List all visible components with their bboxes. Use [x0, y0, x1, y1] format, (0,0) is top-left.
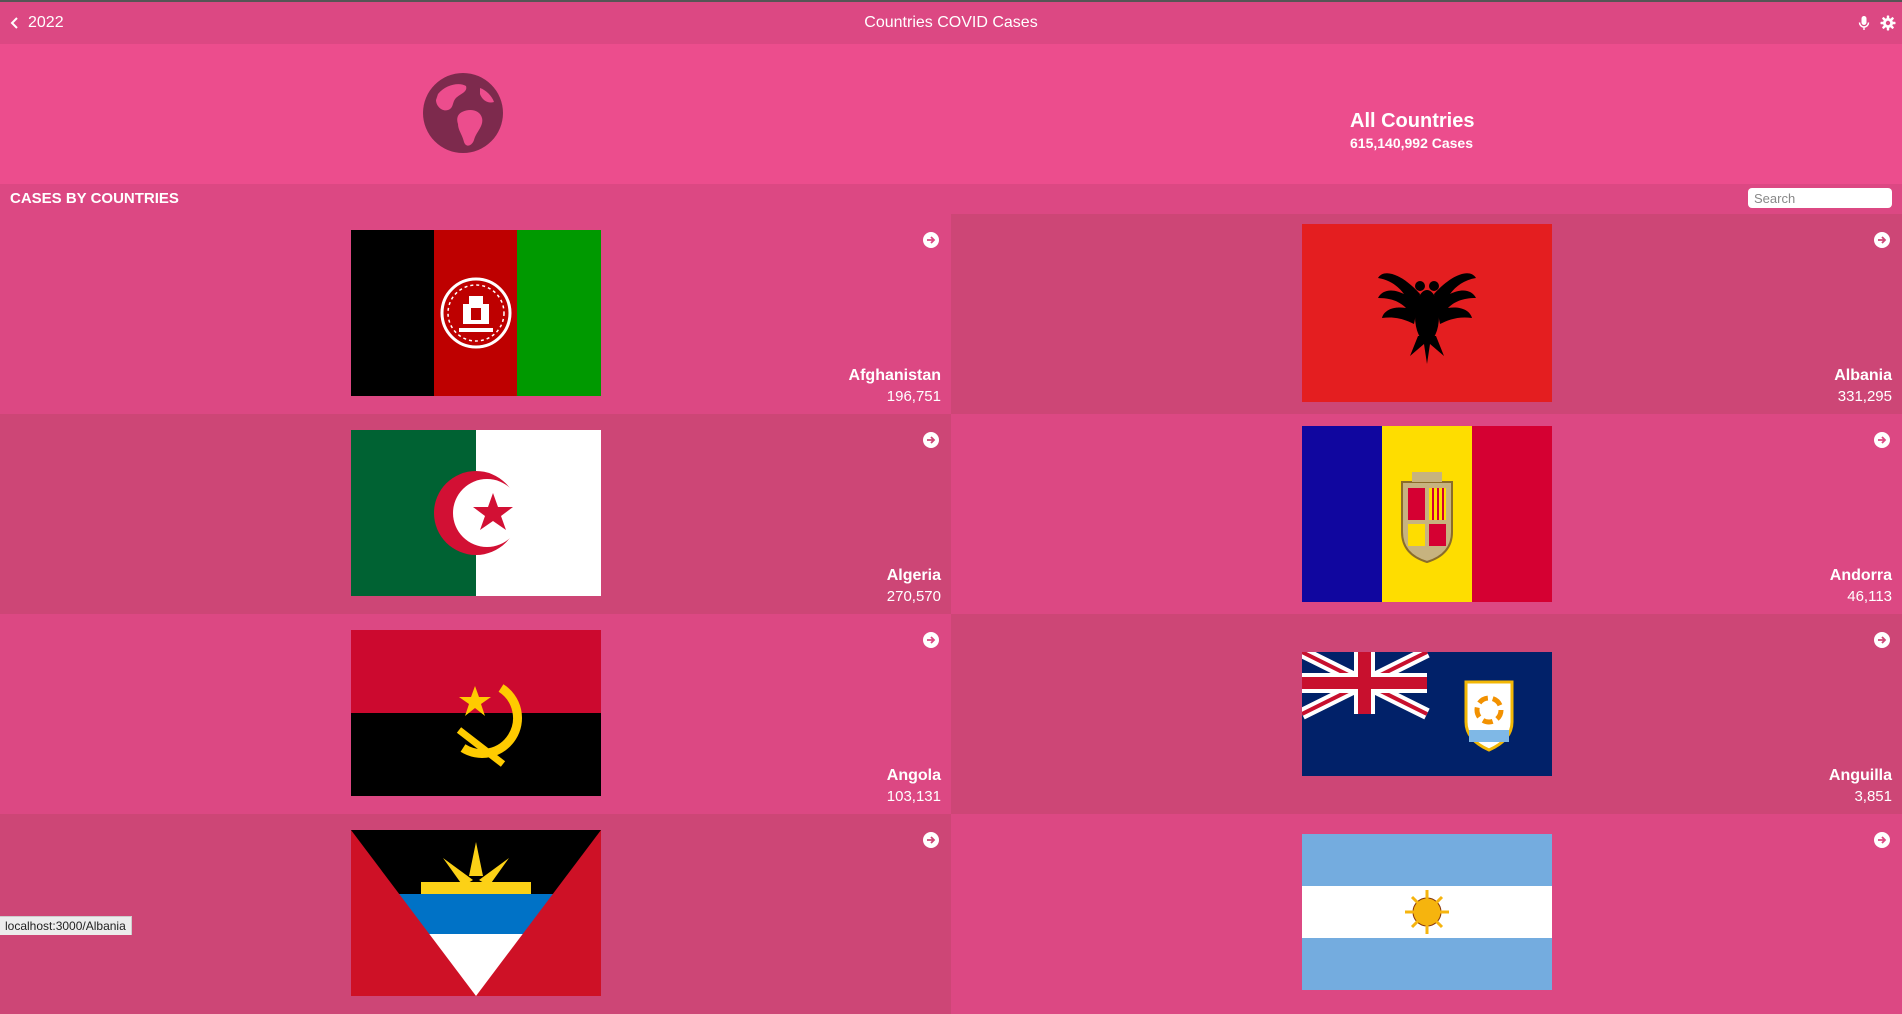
country-card-angola[interactable]: Angola 103,131 [0, 614, 951, 814]
globe-icon [423, 73, 503, 153]
flag-albania [1302, 224, 1552, 402]
country-cases: 3,851 [1854, 788, 1892, 805]
flag-algeria [351, 430, 601, 596]
status-bar-url: localhost:3000/Albania [0, 916, 132, 935]
flag-afghanistan [351, 230, 601, 396]
country-card-antigua[interactable] [0, 814, 951, 1014]
arrow-right-circle-icon[interactable] [923, 832, 939, 848]
gear-icon[interactable] [1880, 15, 1896, 31]
chevron-left-icon [10, 17, 18, 29]
arrow-right-circle-icon[interactable] [923, 232, 939, 248]
page-title: Countries COVID Cases [864, 14, 1038, 31]
country-name: Afghanistan [848, 367, 941, 384]
country-name: Anguilla [1828, 767, 1892, 784]
search-input[interactable] [1748, 188, 1892, 208]
flag-andorra [1302, 426, 1552, 602]
country-cases: 196,751 [886, 388, 941, 405]
country-card-andorra[interactable]: Andorra 46,113 [951, 414, 1902, 614]
country-name: Albania [1834, 367, 1892, 384]
country-card-argentina[interactable] [951, 814, 1902, 1014]
app-header: 2022 Countries COVID Cases [0, 2, 1902, 44]
countries-section-header: CASES BY COUNTRIES [0, 184, 1902, 214]
arrow-right-circle-icon[interactable] [1874, 632, 1890, 648]
microphone-icon[interactable] [1856, 15, 1872, 31]
country-name: Angola [886, 767, 941, 784]
flag-anguilla [1302, 652, 1552, 776]
arrow-right-circle-icon[interactable] [923, 432, 939, 448]
flag-argentina [1302, 834, 1552, 990]
country-card-albania[interactable]: Albania 331,295 [951, 214, 1902, 414]
back-button[interactable]: 2022 [8, 2, 64, 44]
flag-antigua [351, 830, 601, 996]
hero-title: All Countries [1350, 110, 1475, 132]
flag-angola [351, 630, 601, 796]
country-name: Andorra [1829, 567, 1892, 584]
arrow-right-circle-icon[interactable] [1874, 432, 1890, 448]
country-card-algeria[interactable]: Algeria 270,570 [0, 414, 951, 614]
arrow-right-circle-icon[interactable] [1874, 832, 1890, 848]
country-cases: 103,131 [886, 788, 941, 805]
hero-total-cases: 615,140,992 Cases [1350, 135, 1473, 151]
country-cases: 270,570 [886, 588, 941, 605]
all-countries-summary[interactable]: All Countries 615,140,992 Cases [0, 44, 1902, 184]
country-name: Algeria [886, 567, 941, 584]
country-cases: 46,113 [1847, 588, 1892, 605]
arrow-right-circle-icon[interactable] [923, 632, 939, 648]
section-title: CASES BY COUNTRIES [10, 190, 179, 207]
country-cases: 331,295 [1837, 388, 1892, 405]
country-card-afghanistan[interactable]: Afghanistan 196,751 [0, 214, 951, 414]
back-label: 2022 [28, 14, 64, 31]
arrow-right-circle-icon[interactable] [1874, 232, 1890, 248]
country-card-anguilla[interactable]: Anguilla 3,851 [951, 614, 1902, 814]
country-grid: Afghanistan 196,751 Albania 331,295 Alge… [0, 214, 1902, 1014]
